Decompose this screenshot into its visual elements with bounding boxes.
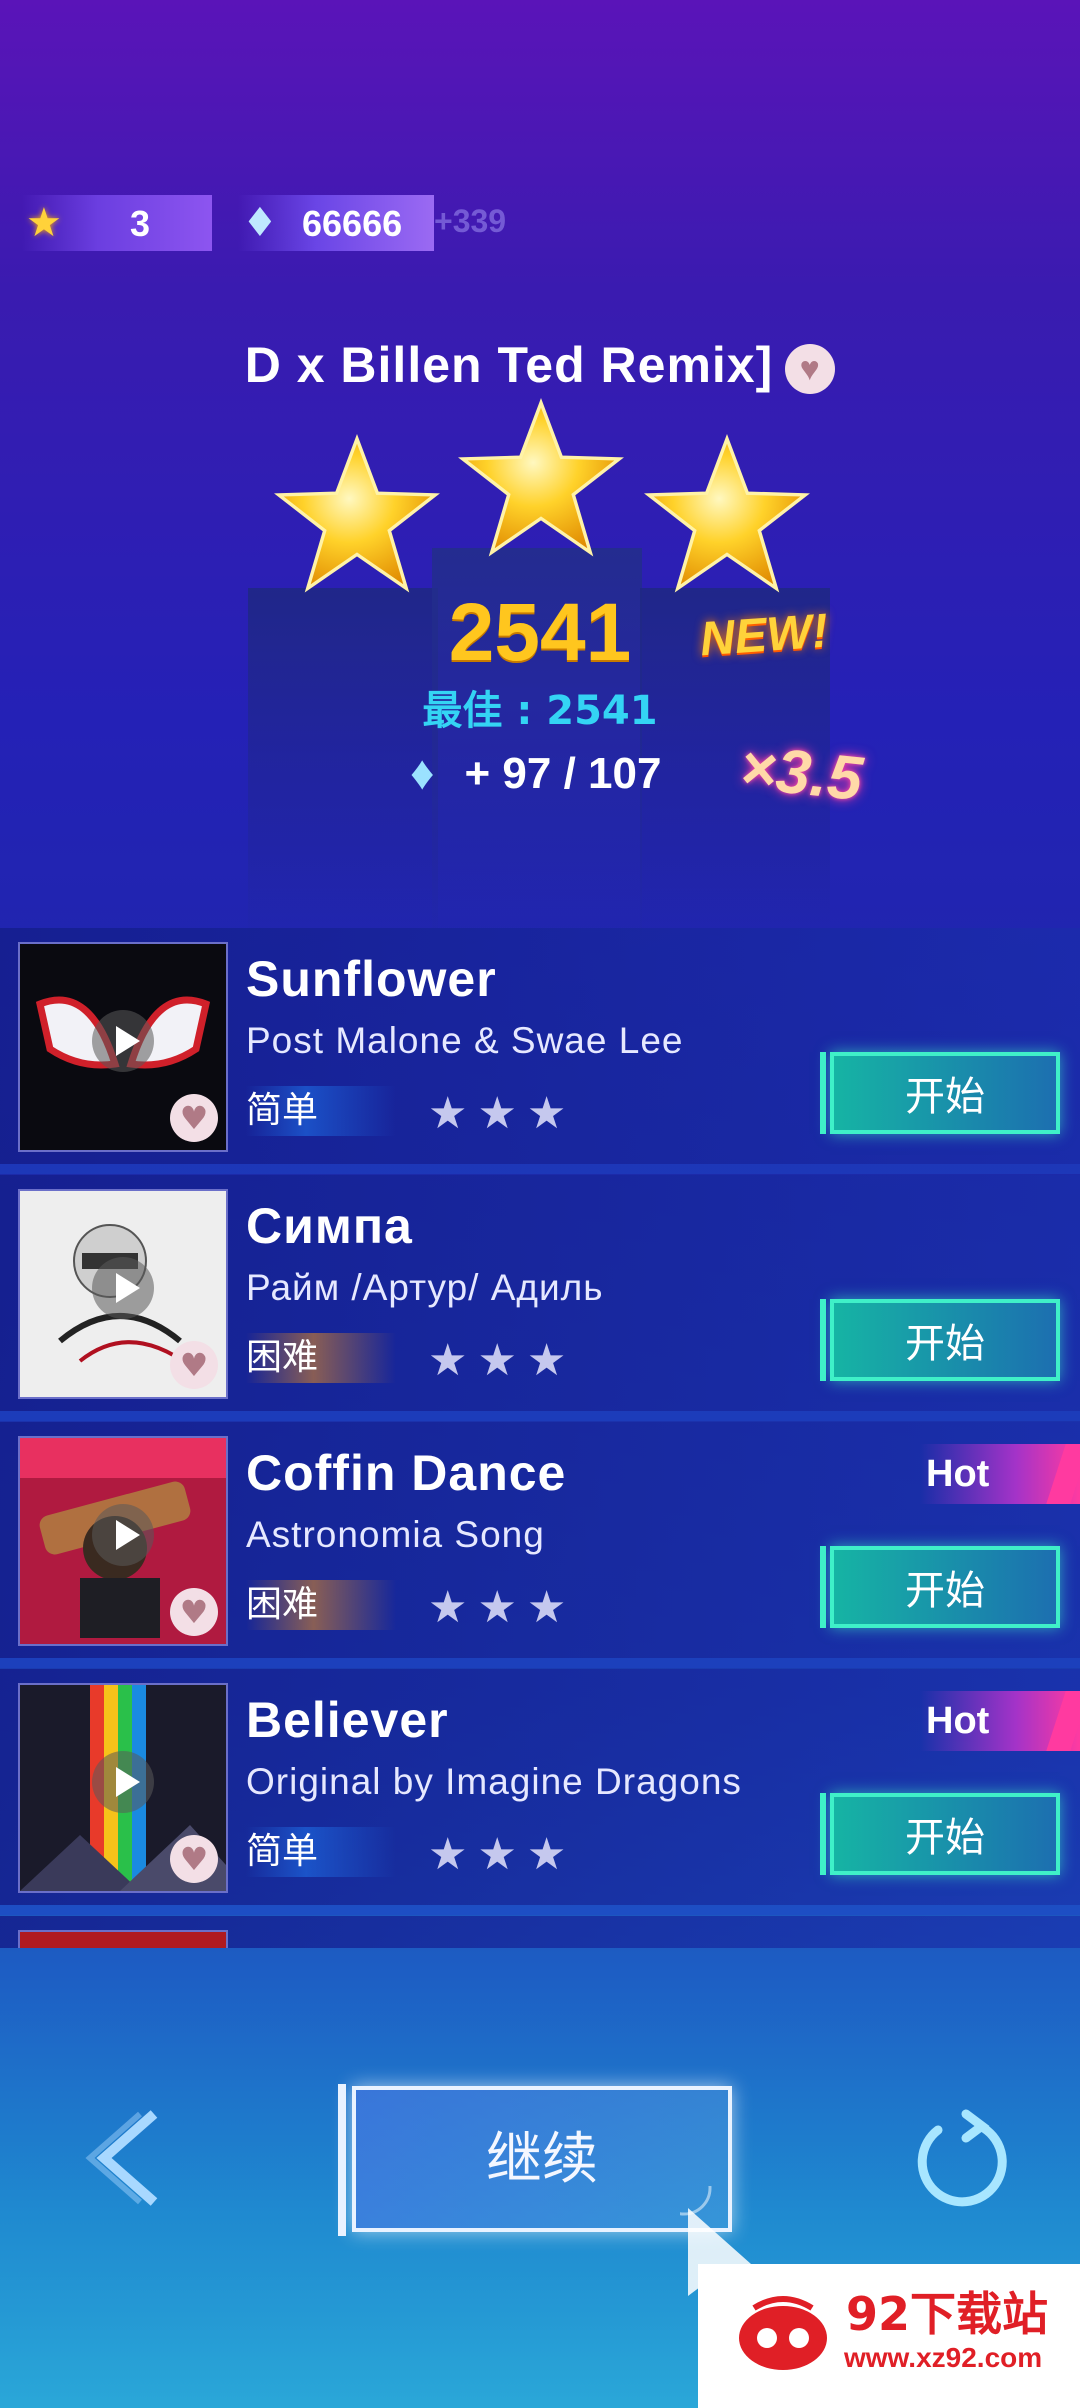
- heart-icon[interactable]: ♥: [170, 1341, 218, 1389]
- difficulty-label: 简单: [246, 1827, 396, 1877]
- difficulty-label: 困难: [246, 1580, 396, 1630]
- start-button[interactable]: 开始: [820, 1299, 1060, 1381]
- gems-counter: ♦ 66666: [238, 195, 434, 251]
- song-row-coffin-dance[interactable]: ♥ Coffin Dance Astronomia Song 困难 ★★★ Ho…: [0, 1422, 1080, 1668]
- gems-bonus: +339: [434, 203, 507, 239]
- gem-icon: ♦: [242, 200, 278, 246]
- new-record-badge: NEW!: [698, 604, 830, 667]
- result-star-icon: [274, 433, 440, 593]
- song-cover[interactable]: ♥: [18, 1436, 228, 1646]
- song-name: Believer: [246, 1692, 449, 1748]
- song-row-sunflower[interactable]: ♥ Sunflower Post Malone & Swae Lee 简单 ★★…: [0, 928, 1080, 1174]
- song-cover[interactable]: ♥: [18, 1189, 228, 1399]
- song-artist: Astronomia Song: [246, 1514, 545, 1555]
- watermark-logo: [739, 2296, 827, 2370]
- hot-badge: Hot: [920, 1691, 1080, 1751]
- watermark: 92下载站 www.xz92.com: [698, 2264, 1080, 2408]
- stars-counter: ★ 3: [22, 195, 212, 251]
- song-row-simpa[interactable]: ♥ Симпа Райм /Артур/ Адиль 困难 ★★★ 开始: [0, 1175, 1080, 1421]
- heart-icon[interactable]: ♥: [170, 1835, 218, 1883]
- play-icon[interactable]: [92, 1751, 154, 1813]
- gem-reward: ♦ + 97 / 107: [410, 746, 661, 801]
- difficulty-label: 困难: [246, 1333, 396, 1383]
- song-title-text: D x Billen Ted Remix]: [244, 337, 774, 393]
- play-icon[interactable]: [92, 1010, 154, 1072]
- song-row-believer[interactable]: ♥ Believer Original by Imagine Dragons 简…: [0, 1669, 1080, 1915]
- gem-reward-text: + 97 / 107: [464, 748, 662, 798]
- song-cover[interactable]: ♥: [18, 1683, 228, 1893]
- song-artist: Райм /Артур/ Адиль: [246, 1267, 604, 1308]
- song-name: Coffin Dance: [246, 1445, 567, 1501]
- difficulty-label: 简单: [246, 1086, 396, 1136]
- difficulty-stars: ★★★: [428, 1088, 577, 1139]
- reward-multiplier: ×3.5: [736, 732, 866, 815]
- watermark-name: 92下载站: [846, 2287, 1049, 2341]
- result-star-icon: [644, 433, 810, 593]
- heart-icon[interactable]: ♥: [170, 1094, 218, 1142]
- star-icon: ★: [26, 200, 62, 246]
- play-icon[interactable]: [92, 1257, 154, 1319]
- song-cover[interactable]: ♥: [18, 942, 228, 1152]
- result-song-title: D x Billen Ted Remix] ♥: [0, 336, 1080, 394]
- song-row-partial[interactable]: [0, 1916, 1080, 1948]
- hot-badge: Hot: [920, 1444, 1080, 1504]
- difficulty-stars: ★★★: [428, 1582, 577, 1633]
- song-name: Симпа: [246, 1198, 413, 1254]
- continue-button[interactable]: 继续: [338, 2084, 732, 2236]
- best-score: 最佳 : 2541: [422, 688, 658, 734]
- watermark-url: www.xz92.com: [844, 2342, 1043, 2373]
- replay-icon[interactable]: [908, 2108, 1008, 2208]
- song-artist: Post Malone & Swae Lee: [246, 1020, 684, 1061]
- play-icon[interactable]: [92, 1504, 154, 1566]
- song-name: Sunflower: [246, 951, 497, 1007]
- start-button[interactable]: 开始: [820, 1546, 1060, 1628]
- song-cover[interactable]: [18, 1930, 228, 1948]
- heart-icon[interactable]: ♥: [170, 1588, 218, 1636]
- gems-count: 66666: [302, 203, 403, 244]
- song-list[interactable]: ♥ Sunflower Post Malone & Swae Lee 简单 ★★…: [0, 928, 1080, 1948]
- start-button[interactable]: 开始: [820, 1793, 1060, 1875]
- song-artist: Original by Imagine Dragons: [246, 1761, 742, 1802]
- result-star-icon: [458, 397, 624, 557]
- score: 2541: [448, 587, 632, 678]
- chevron-left-icon[interactable]: [84, 2108, 174, 2208]
- stars-count: 3: [130, 203, 151, 244]
- difficulty-stars: ★★★: [428, 1335, 577, 1386]
- heart-icon[interactable]: ♥: [785, 343, 836, 394]
- difficulty-stars: ★★★: [428, 1829, 577, 1880]
- gem-icon: ♦: [410, 747, 435, 800]
- start-button[interactable]: 开始: [820, 1052, 1060, 1134]
